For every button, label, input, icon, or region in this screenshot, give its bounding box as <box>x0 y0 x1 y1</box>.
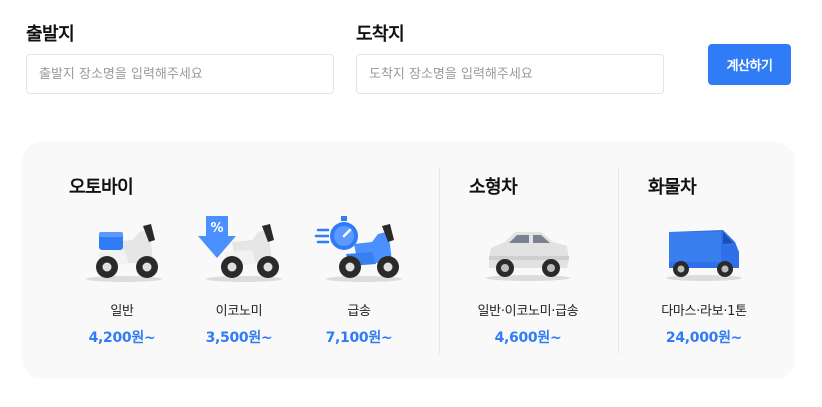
option-motorcycle-standard[interactable]: 일반 4,200원~ <box>67 212 177 347</box>
origin-label: 출발지 <box>26 24 75 45</box>
option-price: 4,600원~ <box>494 330 562 346</box>
option-truck[interactable]: 다마스·라보·1톤 24,000원~ <box>634 212 774 347</box>
option-motorcycle-express[interactable]: 급송 7,100원~ <box>304 212 414 347</box>
option-name: 일반·이코노미·급송 <box>477 304 579 319</box>
section-title-small-car: 소형차 <box>469 177 518 198</box>
pricing-panel: 오토바이 소형차 화물차 일반 4,200원~ % 이코노미 3,500원~ 급… <box>22 142 795 379</box>
option-price: 24,000원~ <box>665 330 743 346</box>
calculate-button[interactable]: 계산하기 <box>708 44 791 85</box>
option-name: 이코노미 <box>215 304 263 319</box>
delivery-scooter-icon <box>86 224 162 282</box>
option-small-car[interactable]: 일반·이코노미·급송 4,600원~ <box>453 212 603 347</box>
option-name: 일반 <box>110 304 134 319</box>
section-divider <box>618 168 619 354</box>
option-name: 급송 <box>347 304 371 319</box>
section-title-truck: 화물차 <box>648 177 697 198</box>
van-icon <box>666 230 742 281</box>
destination-label: 도착지 <box>356 24 405 45</box>
option-name: 다마스·라보·1톤 <box>661 304 747 319</box>
express-scooter-icon <box>314 216 402 282</box>
svg-text:%: % <box>210 221 223 236</box>
section-divider <box>439 168 440 354</box>
option-price: 7,100원~ <box>325 330 393 346</box>
car-icon <box>486 232 570 281</box>
section-title-motorcycle: 오토바이 <box>69 177 134 198</box>
option-price: 4,200원~ <box>88 330 156 346</box>
option-price: 3,500원~ <box>205 330 273 346</box>
destination-input[interactable] <box>356 54 664 94</box>
option-motorcycle-economy[interactable]: % 이코노미 3,500원~ <box>184 212 294 347</box>
discount-scooter-icon: % <box>198 216 282 282</box>
origin-input[interactable] <box>26 54 334 94</box>
